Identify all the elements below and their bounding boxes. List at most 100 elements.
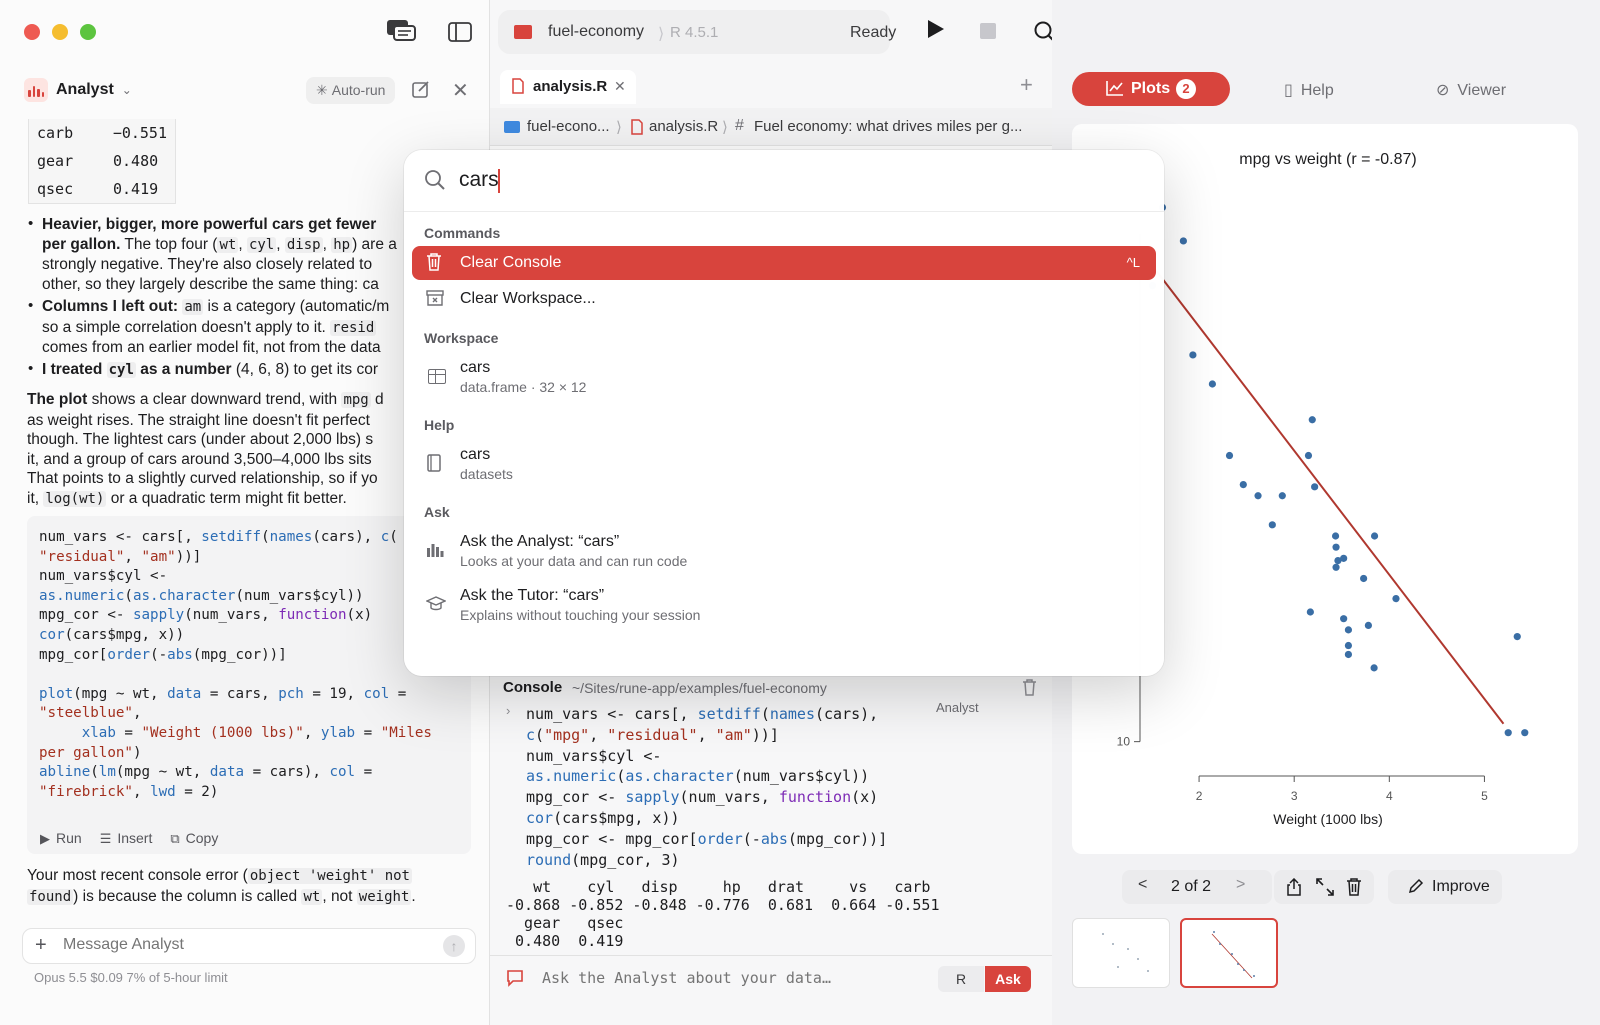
code-text: num_vars <- cars[, setdiff(names(cars), …: [39, 529, 432, 800]
palette-item-workspace-cars[interactable]: cars data.frame · 32 × 12: [412, 354, 1156, 400]
folder-icon: [514, 25, 532, 39]
mode-ask-button[interactable]: Ask: [985, 966, 1031, 992]
graduation-cap-icon: [425, 596, 447, 617]
data-point: [1332, 543, 1340, 551]
table-icon: [428, 369, 446, 384]
minimize-window-button[interactable]: [52, 24, 68, 40]
tab-help[interactable]: ▯ Help: [1284, 80, 1334, 100]
close-window-button[interactable]: [24, 24, 40, 40]
data-point: [1370, 664, 1378, 672]
chat-bubbles-icon[interactable]: [386, 18, 416, 50]
table-row: carb −0.551: [37, 124, 167, 142]
section-help: Help: [424, 417, 455, 433]
trash-icon[interactable]: [1022, 679, 1037, 701]
data-point: [1332, 563, 1340, 571]
close-icon[interactable]: ✕: [452, 78, 469, 103]
data-point: [1208, 380, 1216, 388]
x-axis-label: Weight (1000 lbs): [1273, 811, 1382, 827]
data-point: [1268, 521, 1276, 529]
zoom-window-button[interactable]: [80, 24, 96, 40]
data-point: [1254, 492, 1262, 500]
pencil-icon: [1408, 878, 1424, 899]
correlation-table: carb −0.551 gear 0.480 qsec 0.419: [28, 119, 176, 204]
palette-item-clear-console[interactable]: Clear Console ^L: [412, 246, 1156, 280]
play-icon: ▶: [40, 831, 50, 846]
data-point: [1308, 416, 1316, 424]
data-point: [1344, 650, 1353, 659]
data-point: [1340, 554, 1348, 562]
analyst-tag: Analyst: [936, 700, 979, 715]
plus-icon[interactable]: +: [35, 934, 47, 957]
data-point: [1392, 594, 1400, 603]
section-workspace: Workspace: [424, 330, 499, 346]
insert-code-button[interactable]: ☰ Insert: [100, 830, 153, 847]
stop-icon[interactable]: [980, 23, 996, 39]
x-tick-label: 2: [1196, 789, 1203, 803]
data-point: [1344, 641, 1353, 650]
palette-item-help-cars[interactable]: cars datasets: [412, 441, 1156, 487]
delete-plot-icon[interactable]: [1346, 878, 1362, 901]
share-icon[interactable]: [1286, 877, 1302, 901]
x-tick-label: 3: [1291, 789, 1298, 803]
analyst-logo-icon: [24, 78, 48, 102]
tab-label: analysis.R: [533, 78, 608, 95]
mode-r-button[interactable]: R: [938, 966, 984, 992]
palette-item-ask-analyst[interactable]: Ask the Analyst: “cars” Looks at your da…: [412, 528, 1156, 574]
file-icon: [512, 78, 524, 98]
console-header: Console ~/Sites/rune-app/examples/fuel-e…: [490, 672, 1052, 702]
plot-thumbnail-1[interactable]: [1072, 918, 1170, 988]
error-explanation: Your most recent console error (object '…: [27, 867, 416, 905]
new-chat-icon[interactable]: [412, 80, 430, 103]
tab-analysis-r[interactable]: analysis.R ✕: [500, 70, 636, 104]
assistant-name: Analyst: [56, 81, 114, 98]
send-arrow-icon[interactable]: ↑: [443, 935, 465, 957]
data-point: [1521, 729, 1529, 737]
data-point: [1311, 483, 1319, 491]
book-icon: ▯: [1284, 82, 1293, 99]
copy-code-button[interactable]: ⧉ Copy: [170, 830, 218, 847]
close-tab-icon[interactable]: ✕: [614, 78, 626, 95]
autorun-toggle[interactable]: ✳ Auto-run: [306, 77, 396, 104]
run-code-button[interactable]: ▶ Run: [40, 830, 82, 847]
breadcrumb-folder[interactable]: fuel-econo...: [527, 118, 610, 135]
data-point: [1504, 729, 1512, 737]
tab-plots[interactable]: Plots 2: [1072, 72, 1230, 106]
file-icon: [631, 119, 643, 139]
search-icon: [424, 169, 446, 196]
run-icon[interactable]: [926, 18, 946, 45]
plot-thumbnail-2[interactable]: [1180, 918, 1278, 988]
new-tab-icon[interactable]: +: [1020, 72, 1033, 98]
previous-plot-button[interactable]: <: [1138, 876, 1147, 894]
ask-input[interactable]: [542, 969, 912, 987]
project-name: fuel-economy: [548, 23, 645, 40]
next-plot-button[interactable]: >: [1236, 876, 1245, 894]
data-point: [1513, 632, 1521, 641]
palette-search-input[interactable]: [459, 168, 1059, 192]
folder-icon: [504, 121, 520, 133]
bullet-dot: •: [28, 215, 34, 232]
message-input[interactable]: [63, 936, 433, 954]
data-point: [1304, 451, 1313, 460]
message-composer[interactable]: + ↑: [22, 928, 476, 964]
chart-title: mpg vs weight (r = -0.87): [1239, 151, 1416, 168]
tab-viewer[interactable]: ⊘ Viewer: [1436, 80, 1506, 100]
section-ask: Ask: [424, 504, 450, 520]
expand-icon[interactable]: [1316, 878, 1334, 901]
palette-item-clear-workspace[interactable]: Clear Workspace...: [412, 282, 1156, 316]
archive-x-icon: [426, 289, 444, 312]
trend-line: [1141, 251, 1505, 725]
data-point: [1364, 621, 1372, 630]
sidebar-toggle-icon[interactable]: [448, 22, 472, 48]
data-point: [1278, 492, 1286, 500]
palette-item-ask-tutor[interactable]: Ask the Tutor: “cars” Explains without t…: [412, 582, 1156, 628]
bullet-columns-left-out: Columns I left out: am is a category (au…: [42, 298, 390, 357]
breadcrumb-section[interactable]: Fuel economy: what drives miles per g...: [754, 118, 1022, 135]
plot-counter: 2 of 2: [1171, 878, 1212, 895]
copy-icon: ⧉: [170, 831, 180, 846]
table-row: gear 0.480: [37, 152, 159, 170]
improve-plot-button[interactable]: Improve: [1388, 870, 1502, 904]
assistant-selector[interactable]: Analyst ⌄: [24, 78, 132, 102]
project-indicator[interactable]: fuel-economy ⟩ R 4.5.1 Ready: [498, 10, 896, 54]
editor-tabbar: analysis.R ✕ +: [490, 64, 1052, 106]
breadcrumb-file[interactable]: analysis.R: [649, 118, 718, 135]
